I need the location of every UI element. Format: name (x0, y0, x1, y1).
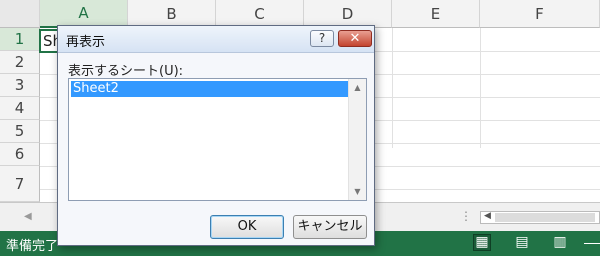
scroll-left-arrow-icon[interactable]: ◀ (484, 211, 491, 221)
help-button[interactable]: ? (310, 30, 334, 47)
column-header-b[interactable]: B (128, 0, 216, 28)
dialog-titlebar[interactable]: 再表示 ? ✕ (58, 26, 374, 53)
horizontal-scrollbar[interactable]: ◀ (480, 211, 600, 224)
zoom-slider[interactable] (584, 243, 600, 244)
listbox-scrollbar[interactable]: ▲ ▼ (348, 79, 366, 200)
cancel-button[interactable]: キャンセル (293, 215, 367, 239)
row-header-7[interactable]: 7 (0, 166, 40, 202)
select-all-corner[interactable] (0, 0, 40, 28)
close-button[interactable]: ✕ (338, 30, 372, 47)
scroll-up-icon[interactable]: ▲ (349, 83, 366, 92)
column-header-f[interactable]: F (480, 0, 600, 28)
scroll-left-icon[interactable]: ◀ (24, 211, 32, 222)
row-header-1[interactable]: 1 (0, 28, 40, 51)
row-header-3[interactable]: 3 (0, 74, 40, 97)
status-ready-text: 準備完了 (6, 239, 59, 254)
gridline (480, 28, 481, 148)
normal-view-icon[interactable]: ▦ (473, 234, 491, 251)
sheet-list-label: 表示するシート(U): (68, 64, 184, 79)
column-header-a[interactable]: A (40, 0, 128, 28)
list-item[interactable]: Sheet2 (71, 81, 350, 97)
page-break-view-icon[interactable]: ▥ (552, 235, 568, 250)
scroll-down-icon[interactable]: ▼ (349, 187, 366, 196)
row-header-6[interactable]: 6 (0, 143, 40, 166)
column-header-e[interactable]: E (392, 0, 480, 28)
splitter-handle-icon[interactable]: ⋮ (460, 209, 472, 223)
column-header-d[interactable]: D (304, 0, 392, 28)
dialog-title: 再表示 (66, 35, 106, 50)
column-header-c[interactable]: C (216, 0, 304, 28)
row-header-5[interactable]: 5 (0, 120, 40, 143)
sheet-listbox[interactable]: Sheet2 ▲ ▼ (68, 78, 367, 201)
unhide-dialog: 再表示 ? ✕ 表示するシート(U): Sheet2 ▲ ▼ OK キャンセル (57, 25, 375, 246)
ok-button[interactable]: OK (210, 215, 284, 239)
page-layout-view-icon[interactable]: ▤ (514, 235, 530, 250)
row-header-4[interactable]: 4 (0, 97, 40, 120)
scrollbar-thumb[interactable] (495, 213, 595, 222)
gridline (392, 28, 393, 148)
row-header-2[interactable]: 2 (0, 51, 40, 74)
